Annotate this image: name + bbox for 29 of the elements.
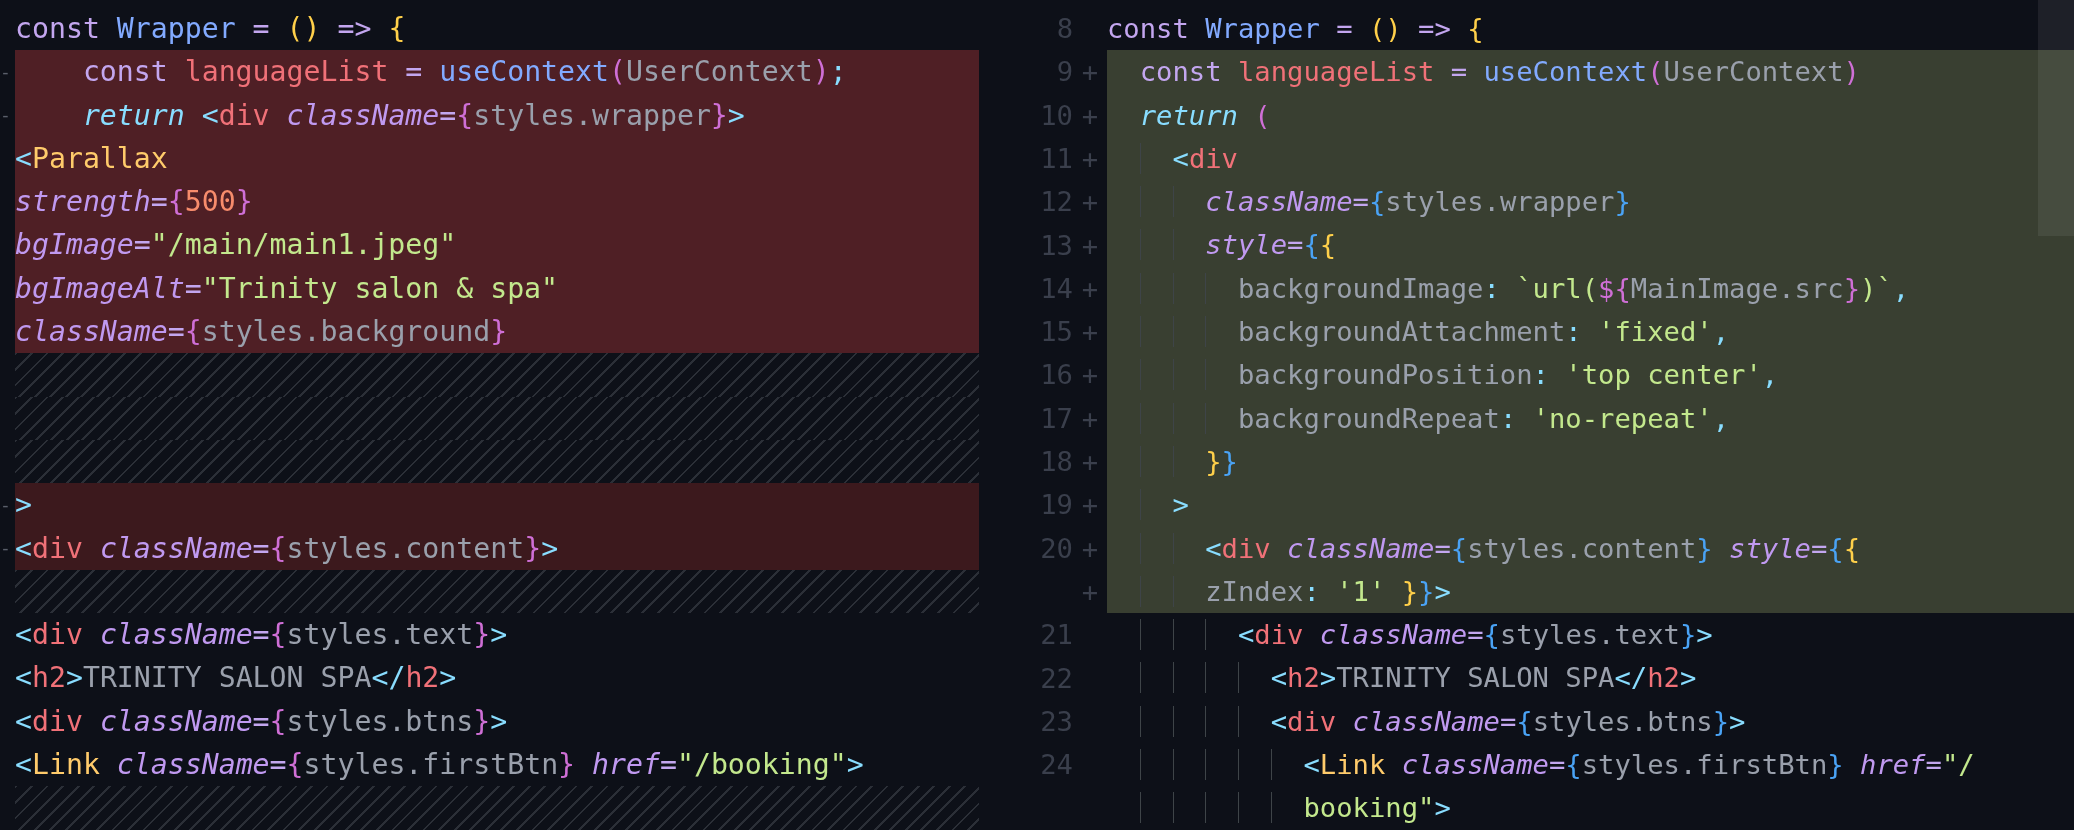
code-line: const Wrapper = () => { bbox=[1107, 12, 1485, 46]
code-line: <div className={styles.btns}> bbox=[1107, 699, 2074, 744]
diff-marker: - bbox=[0, 539, 11, 558]
code-line: booking"> bbox=[1107, 786, 2074, 830]
diff-marker: + bbox=[1081, 491, 1099, 519]
code-line: <div className={styles.text}> bbox=[15, 617, 509, 654]
diff-marker: + bbox=[1081, 448, 1099, 476]
code-line: const Wrapper = () => { bbox=[15, 11, 407, 47]
diff-marker: + bbox=[1081, 577, 1099, 606]
diff-marker: + bbox=[1081, 361, 1099, 389]
diff-marker: + bbox=[1081, 144, 1099, 173]
diff-marker: + bbox=[1081, 58, 1099, 86]
code-line: <div className={styles.text}> bbox=[1107, 613, 2074, 657]
code-line: <Link className={styles.firstBtn} href="/ bbox=[1107, 743, 2074, 787]
diff-marker: + bbox=[1081, 318, 1099, 346]
code-line: <h2>TRINITY SALON SPA</h2> bbox=[15, 660, 458, 697]
diff-marker: + bbox=[1081, 231, 1099, 259]
diff-marker: + bbox=[1081, 188, 1099, 216]
code-line: <h2>TRINITY SALON SPA</h2> bbox=[1107, 656, 2074, 700]
scrollbar-thumb[interactable] bbox=[2038, 0, 2074, 236]
code-line: <Link className={styles.firstBtn} href="/booking"> bbox=[15, 747, 865, 784]
diff-marker: - bbox=[0, 495, 11, 514]
diff-marker: + bbox=[1081, 404, 1099, 432]
code-line: <div className={styles.btns}> bbox=[15, 703, 509, 740]
diff-marker: - bbox=[0, 106, 11, 125]
diff-marker: - bbox=[0, 62, 11, 81]
diff-marker: + bbox=[1081, 534, 1099, 562]
diff-marker: + bbox=[1081, 274, 1099, 303]
diff-marker: + bbox=[1081, 101, 1099, 129]
